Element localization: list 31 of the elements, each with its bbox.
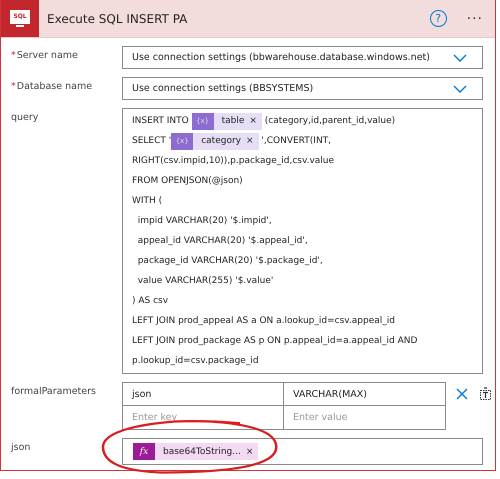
code-text: appeal_id VARCHAR(20) '$.appeal_id', bbox=[136, 236, 308, 246]
code-text: (category,id,parent_id,value) bbox=[264, 116, 396, 126]
code-text: FROM OPENJSON(@json) bbox=[132, 176, 243, 186]
code-text: SELECT ' bbox=[132, 136, 172, 146]
code-text: package_id VARCHAR(20) '$.package_id', bbox=[136, 256, 323, 266]
dropdown-field[interactable]: Use connection settings (BBSYSTEMS) bbox=[122, 77, 483, 100]
function-token[interactable]: fx base64ToString... × bbox=[133, 443, 258, 460]
code-text: LEFT JOIN prod_package AS p ON p.appeal_id=a.appeal_id AND bbox=[132, 336, 418, 346]
close-icon[interactable] bbox=[456, 388, 468, 400]
code-text: impid VARCHAR(20) '$.impid', bbox=[136, 216, 272, 226]
expression-field[interactable]: fx base64ToString... × bbox=[122, 438, 483, 465]
query-editor[interactable] bbox=[122, 108, 483, 374]
chevron-down-icon bbox=[453, 54, 467, 62]
code-text: ',CONVERT(INT, bbox=[260, 136, 332, 146]
code-text: WITH ( bbox=[132, 196, 162, 206]
dropdown-field[interactable]: Use connection settings (bbwarehouse.database.windows.net) bbox=[122, 46, 483, 69]
code-text: p.lookup_id=csv.package_id bbox=[132, 356, 259, 366]
field-label: formalParameters bbox=[11, 385, 97, 397]
field-label: json bbox=[11, 441, 32, 453]
code-text: LEFT JOIN prod_appeal AS a ON a.lookup_id=csv.appeal_id bbox=[132, 316, 395, 326]
more-options-button[interactable]: ··· bbox=[466, 10, 483, 26]
code-text: value VARCHAR(255) '$.value' bbox=[136, 276, 274, 286]
code-text: RIGHT(csv.impid,10)),p.package_id,csv.value bbox=[132, 156, 334, 166]
code-text: ) AS csv bbox=[132, 296, 168, 306]
field-label: *Database name bbox=[11, 80, 94, 92]
code-text: INSERT INTO bbox=[132, 116, 190, 126]
action-title: Execute SQL INSERT PA bbox=[47, 12, 188, 26]
field-label: *Server name bbox=[11, 49, 79, 61]
field-label: query bbox=[11, 111, 40, 123]
chevron-down-icon bbox=[453, 84, 467, 92]
text-mode-icon[interactable] bbox=[479, 387, 492, 401]
